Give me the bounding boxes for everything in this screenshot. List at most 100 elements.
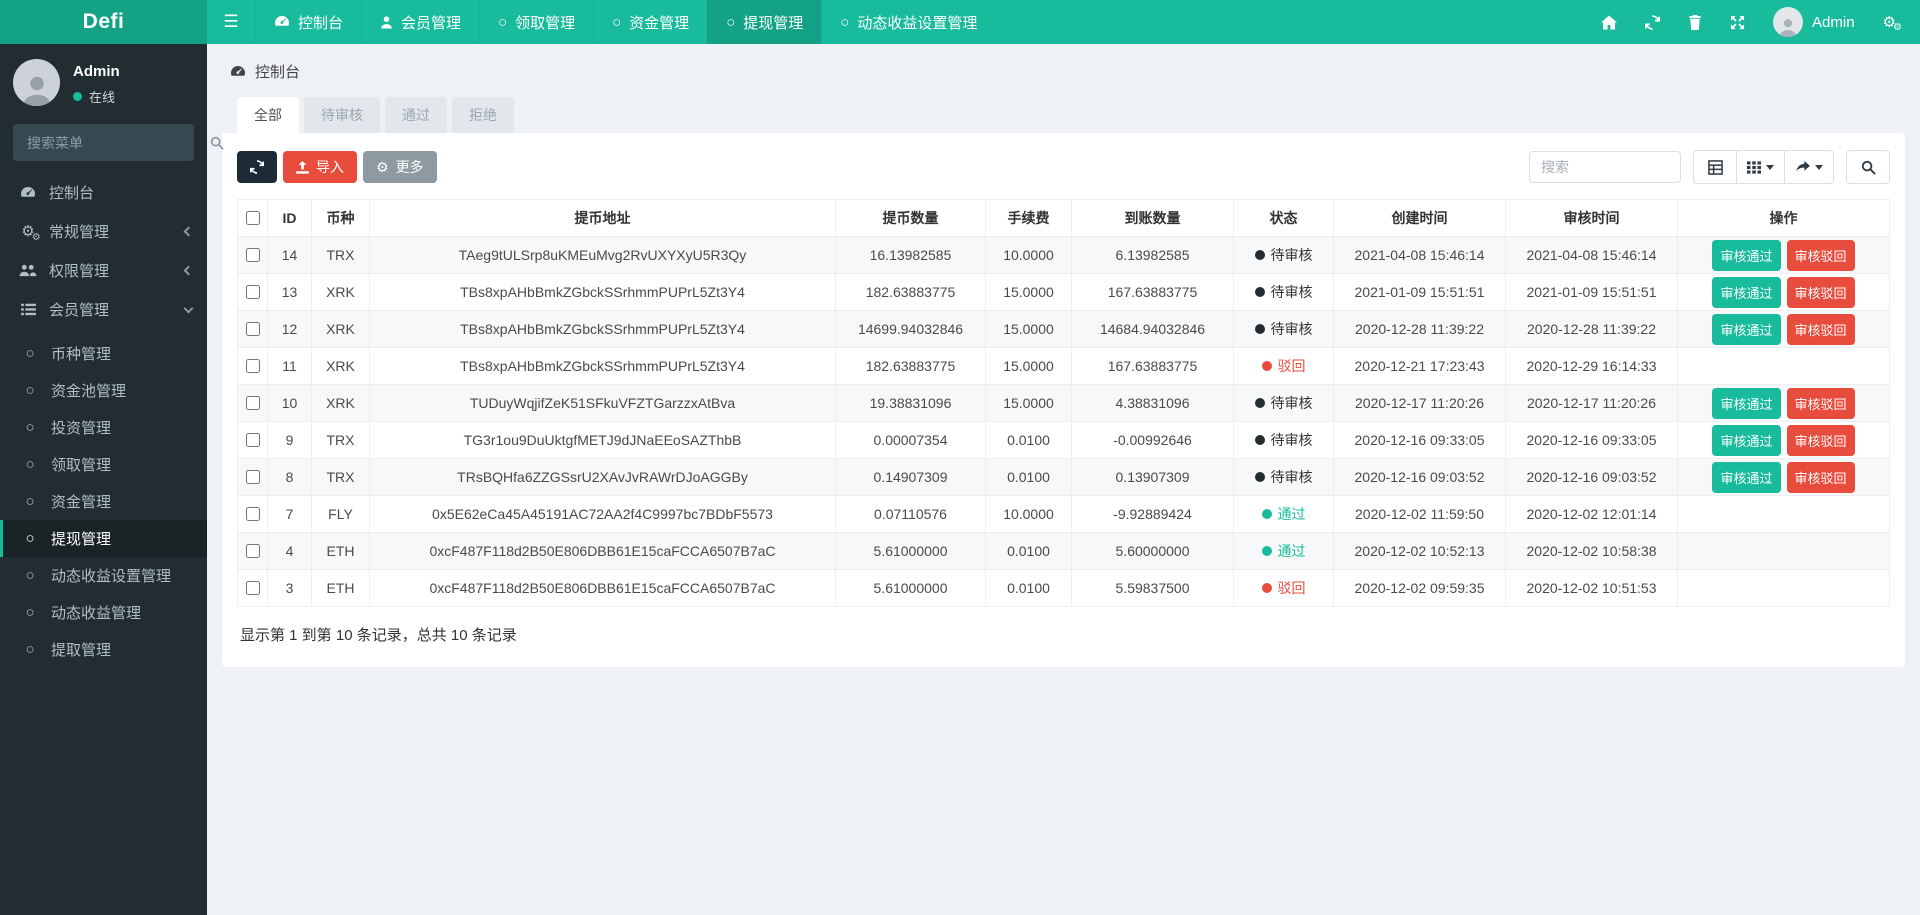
tab-1[interactable]: 待审核 — [304, 97, 380, 133]
sidebar-subitem-0[interactable]: ○币种管理 — [0, 335, 207, 372]
cell-created: 2020-12-16 09:03:52 — [1334, 459, 1506, 496]
cell-received: 6.13982585 — [1072, 237, 1234, 274]
expand-icon[interactable] — [1730, 15, 1745, 30]
sidebar-item-label: 控制台 — [49, 182, 94, 203]
approve-button[interactable]: 审核通过 — [1712, 388, 1780, 419]
row-checkbox[interactable] — [246, 470, 260, 484]
approve-button[interactable]: 审核通过 — [1712, 240, 1780, 271]
import-button[interactable]: 导入 — [283, 151, 357, 183]
settings-gears-icon[interactable]: ⚙⚙ — [1883, 15, 1896, 30]
tab-2[interactable]: 通过 — [385, 97, 447, 133]
reject-button[interactable]: 审核驳回 — [1787, 314, 1855, 345]
column-header: 到账数量 — [1072, 200, 1234, 237]
sidebar-subitem-6[interactable]: ○动态收益设置管理 — [0, 557, 207, 594]
more-button[interactable]: ⚙ 更多 — [363, 151, 437, 183]
upload-icon — [296, 161, 309, 174]
topnav-item-5[interactable]: ○动态收益设置管理 — [821, 0, 995, 44]
sidebar-subitem-1[interactable]: ○资金池管理 — [0, 372, 207, 409]
sidebar-item-2[interactable]: 权限管理 — [0, 251, 207, 290]
columns-button[interactable] — [1736, 150, 1785, 184]
sidebar-subitem-5[interactable]: ○提现管理 — [0, 520, 207, 557]
tab-0[interactable]: 全部 — [237, 97, 299, 133]
reject-button[interactable]: 审核驳回 — [1787, 277, 1855, 308]
sidebar-subitem-3[interactable]: ○领取管理 — [0, 446, 207, 483]
sidebar-item-label: 常规管理 — [49, 221, 109, 242]
sidebar-subitem-7[interactable]: ○动态收益管理 — [0, 594, 207, 631]
row-checkbox[interactable] — [246, 581, 260, 595]
table-body: 14TRXTAeg9tULSrp8uKMEuMvg2RvUXYXyU5R3Qy1… — [238, 237, 1890, 607]
sidebar-item-1[interactable]: ⚙⚙常规管理 — [0, 212, 207, 251]
reject-button[interactable]: 审核驳回 — [1787, 240, 1855, 271]
column-header: ID — [268, 200, 312, 237]
status-dot-icon — [1255, 435, 1265, 445]
search-icon — [210, 136, 224, 150]
topnav-item-0[interactable]: 控制台 — [255, 0, 361, 44]
reject-button[interactable]: 审核驳回 — [1787, 425, 1855, 456]
cell-actions: 审核通过审核驳回 — [1678, 274, 1890, 311]
row-checkbox[interactable] — [246, 248, 260, 262]
cell-actions — [1678, 348, 1890, 385]
topnav-item-2[interactable]: ○领取管理 — [479, 0, 593, 44]
select-all-checkbox[interactable] — [246, 211, 260, 225]
grid-icon — [1747, 161, 1761, 174]
home-icon[interactable] — [1601, 15, 1617, 30]
table-search-input[interactable] — [1529, 151, 1681, 183]
cell-id: 3 — [268, 570, 312, 607]
row-checkbox[interactable] — [246, 544, 260, 558]
refresh-icon[interactable] — [1645, 15, 1660, 30]
topnav-item-1[interactable]: 会员管理 — [361, 0, 479, 44]
approve-button[interactable]: 审核通过 — [1712, 462, 1780, 493]
cell-actions: 审核通过审核驳回 — [1678, 237, 1890, 274]
trash-icon[interactable] — [1688, 15, 1702, 30]
cell-fee: 15.0000 — [986, 385, 1072, 422]
app-logo[interactable]: Defi — [0, 0, 207, 44]
topnav-item-4[interactable]: ○提现管理 — [707, 0, 821, 44]
user-menu[interactable]: Admin — [1773, 7, 1855, 37]
circle-icon: ○ — [25, 382, 34, 399]
cell-received: 14684.94032846 — [1072, 311, 1234, 348]
sidebar-search-input[interactable] — [25, 134, 210, 152]
sidebar-subitem-8[interactable]: ○提取管理 — [0, 631, 207, 668]
cell-checkbox — [238, 311, 268, 348]
breadcrumb: 控制台 — [207, 44, 1920, 97]
cell-status: 待审核 — [1234, 237, 1334, 274]
search-button[interactable] — [1846, 150, 1890, 184]
sidebar-toggle-button[interactable]: ☰ — [207, 0, 255, 44]
reject-button[interactable]: 审核驳回 — [1787, 462, 1855, 493]
pagination-toggle-button[interactable] — [1693, 150, 1737, 184]
refresh-button[interactable] — [237, 151, 277, 183]
cell-checkbox — [238, 496, 268, 533]
status-dot-icon — [1262, 546, 1272, 556]
sidebar-item-0[interactable]: 控制台 — [0, 173, 207, 212]
status-dot-icon — [1262, 361, 1272, 371]
sidebar-item-3[interactable]: 会员管理 — [0, 290, 207, 329]
approve-button[interactable]: 审核通过 — [1712, 425, 1780, 456]
cell-received: 167.63883775 — [1072, 348, 1234, 385]
export-button[interactable] — [1784, 150, 1834, 184]
cell-address: TG3r1ou9DuUktgfMETJ9dJNaEEoSAZThbB — [370, 422, 836, 459]
cell-coin: XRK — [312, 311, 370, 348]
breadcrumb-label[interactable]: 控制台 — [255, 61, 300, 82]
row-checkbox[interactable] — [246, 285, 260, 299]
row-checkbox[interactable] — [246, 396, 260, 410]
circle-icon: ○ — [25, 530, 34, 547]
topnav-item-label: 提现管理 — [743, 12, 803, 33]
topnav-item-3[interactable]: ○资金管理 — [593, 0, 707, 44]
circle-icon: ○ — [25, 345, 34, 362]
sidebar-subitem-2[interactable]: ○投资管理 — [0, 409, 207, 446]
status-label: 待审核 — [1271, 247, 1313, 263]
row-checkbox[interactable] — [246, 359, 260, 373]
cell-checkbox — [238, 570, 268, 607]
tab-3[interactable]: 拒绝 — [452, 97, 514, 133]
row-checkbox[interactable] — [246, 322, 260, 336]
row-checkbox[interactable] — [246, 433, 260, 447]
cell-received: -0.00992646 — [1072, 422, 1234, 459]
approve-button[interactable]: 审核通过 — [1712, 277, 1780, 308]
approve-button[interactable]: 审核通过 — [1712, 314, 1780, 345]
table-row: 12XRKTBs8xpAHbBmkZGbckSSrhmmPUPrL5Zt3Y41… — [238, 311, 1890, 348]
cell-actions: 审核通过审核驳回 — [1678, 385, 1890, 422]
reject-button[interactable]: 审核驳回 — [1787, 388, 1855, 419]
sidebar-user-panel: Admin 在线 — [0, 44, 207, 116]
row-checkbox[interactable] — [246, 507, 260, 521]
sidebar-subitem-4[interactable]: ○资金管理 — [0, 483, 207, 520]
